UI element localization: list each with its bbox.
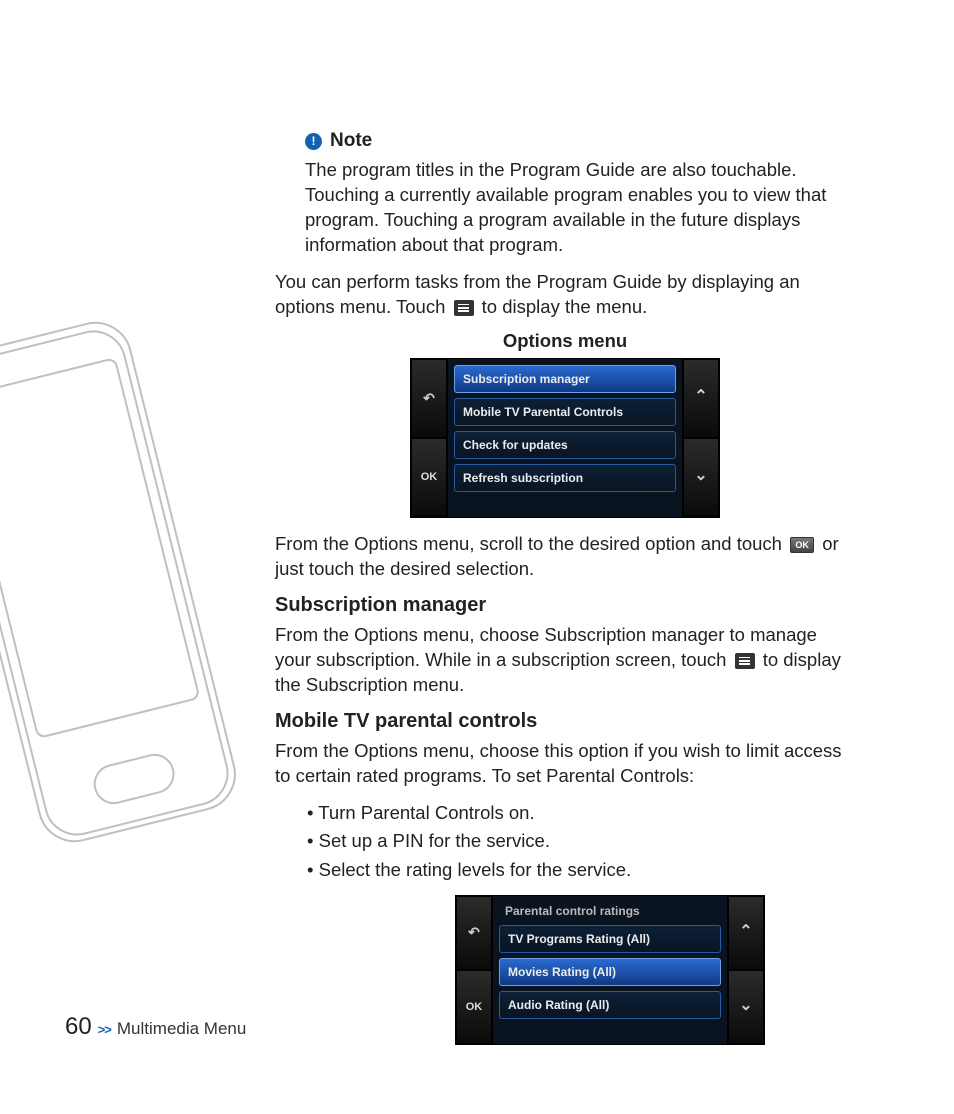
page-number: 60 [65,1013,92,1041]
para2-text-a: From the Options menu, scroll to the des… [275,533,787,554]
scroll-up-button[interactable] [728,896,764,970]
note-label: Note [330,130,372,152]
back-button[interactable] [456,896,492,970]
options-menu-screenshot: OK Subscription manager Mobile TV Parent… [410,358,720,518]
note-icon: ! [305,133,322,150]
note-body: The program titles in the Program Guide … [305,158,855,258]
hamburger-menu-icon [735,653,755,669]
paragraph-subscription-manager: From the Options menu, choose Subscripti… [275,623,855,698]
scroll-down-button[interactable] [683,438,719,517]
footer-section-label: Multimedia Menu [117,1019,246,1039]
ok-icon: OK [790,537,814,553]
bullet-item: • Select the rating levels for the servi… [307,856,855,885]
menu-item-audio-rating[interactable]: Audio Rating (All) [499,991,721,1019]
paragraph-parental-controls: From the Options menu, choose this optio… [275,739,855,789]
bullet-item: • Set up a PIN for the service. [307,827,855,856]
page-content: ! Note The program titles in the Program… [275,130,855,1059]
parental-bullet-list: • Turn Parental Controls on. • Set up a … [307,799,855,885]
menu-item-subscription-manager[interactable]: Subscription manager [454,365,676,393]
scroll-down-button[interactable] [728,970,764,1044]
ok-button[interactable]: OK [456,970,492,1044]
paragraph-program-guide: You can perform tasks from the Program G… [275,270,855,320]
bullet-item: • Turn Parental Controls on. [307,799,855,828]
ratings-menu-title: Parental control ratings [499,902,721,920]
chevron-icon: >> [98,1022,111,1037]
ok-button[interactable]: OK [411,438,447,517]
heading-parental-controls: Mobile TV parental controls [275,710,855,733]
menu-item-movies-rating[interactable]: Movies Rating (All) [499,958,721,986]
note-heading: ! Note [305,130,855,152]
menu-item-parental-controls[interactable]: Mobile TV Parental Controls [454,398,676,426]
menu-item-refresh-subscription[interactable]: Refresh subscription [454,464,676,492]
scroll-up-button[interactable] [683,359,719,438]
back-button[interactable] [411,359,447,438]
options-menu-caption: Options menu [275,330,855,352]
hamburger-menu-icon [454,300,474,316]
menu-item-check-updates[interactable]: Check for updates [454,431,676,459]
heading-subscription-manager: Subscription manager [275,594,855,617]
menu-item-tv-rating[interactable]: TV Programs Rating (All) [499,925,721,953]
paragraph-options-instruction: From the Options menu, scroll to the des… [275,532,855,582]
parental-ratings-screenshot: OK Parental control ratings TV Programs … [455,895,765,1045]
para1-text-b: to display the menu. [482,296,648,317]
phone-outline-illustration [0,310,240,870]
page-footer: 60 >> Multimedia Menu [65,1013,246,1041]
